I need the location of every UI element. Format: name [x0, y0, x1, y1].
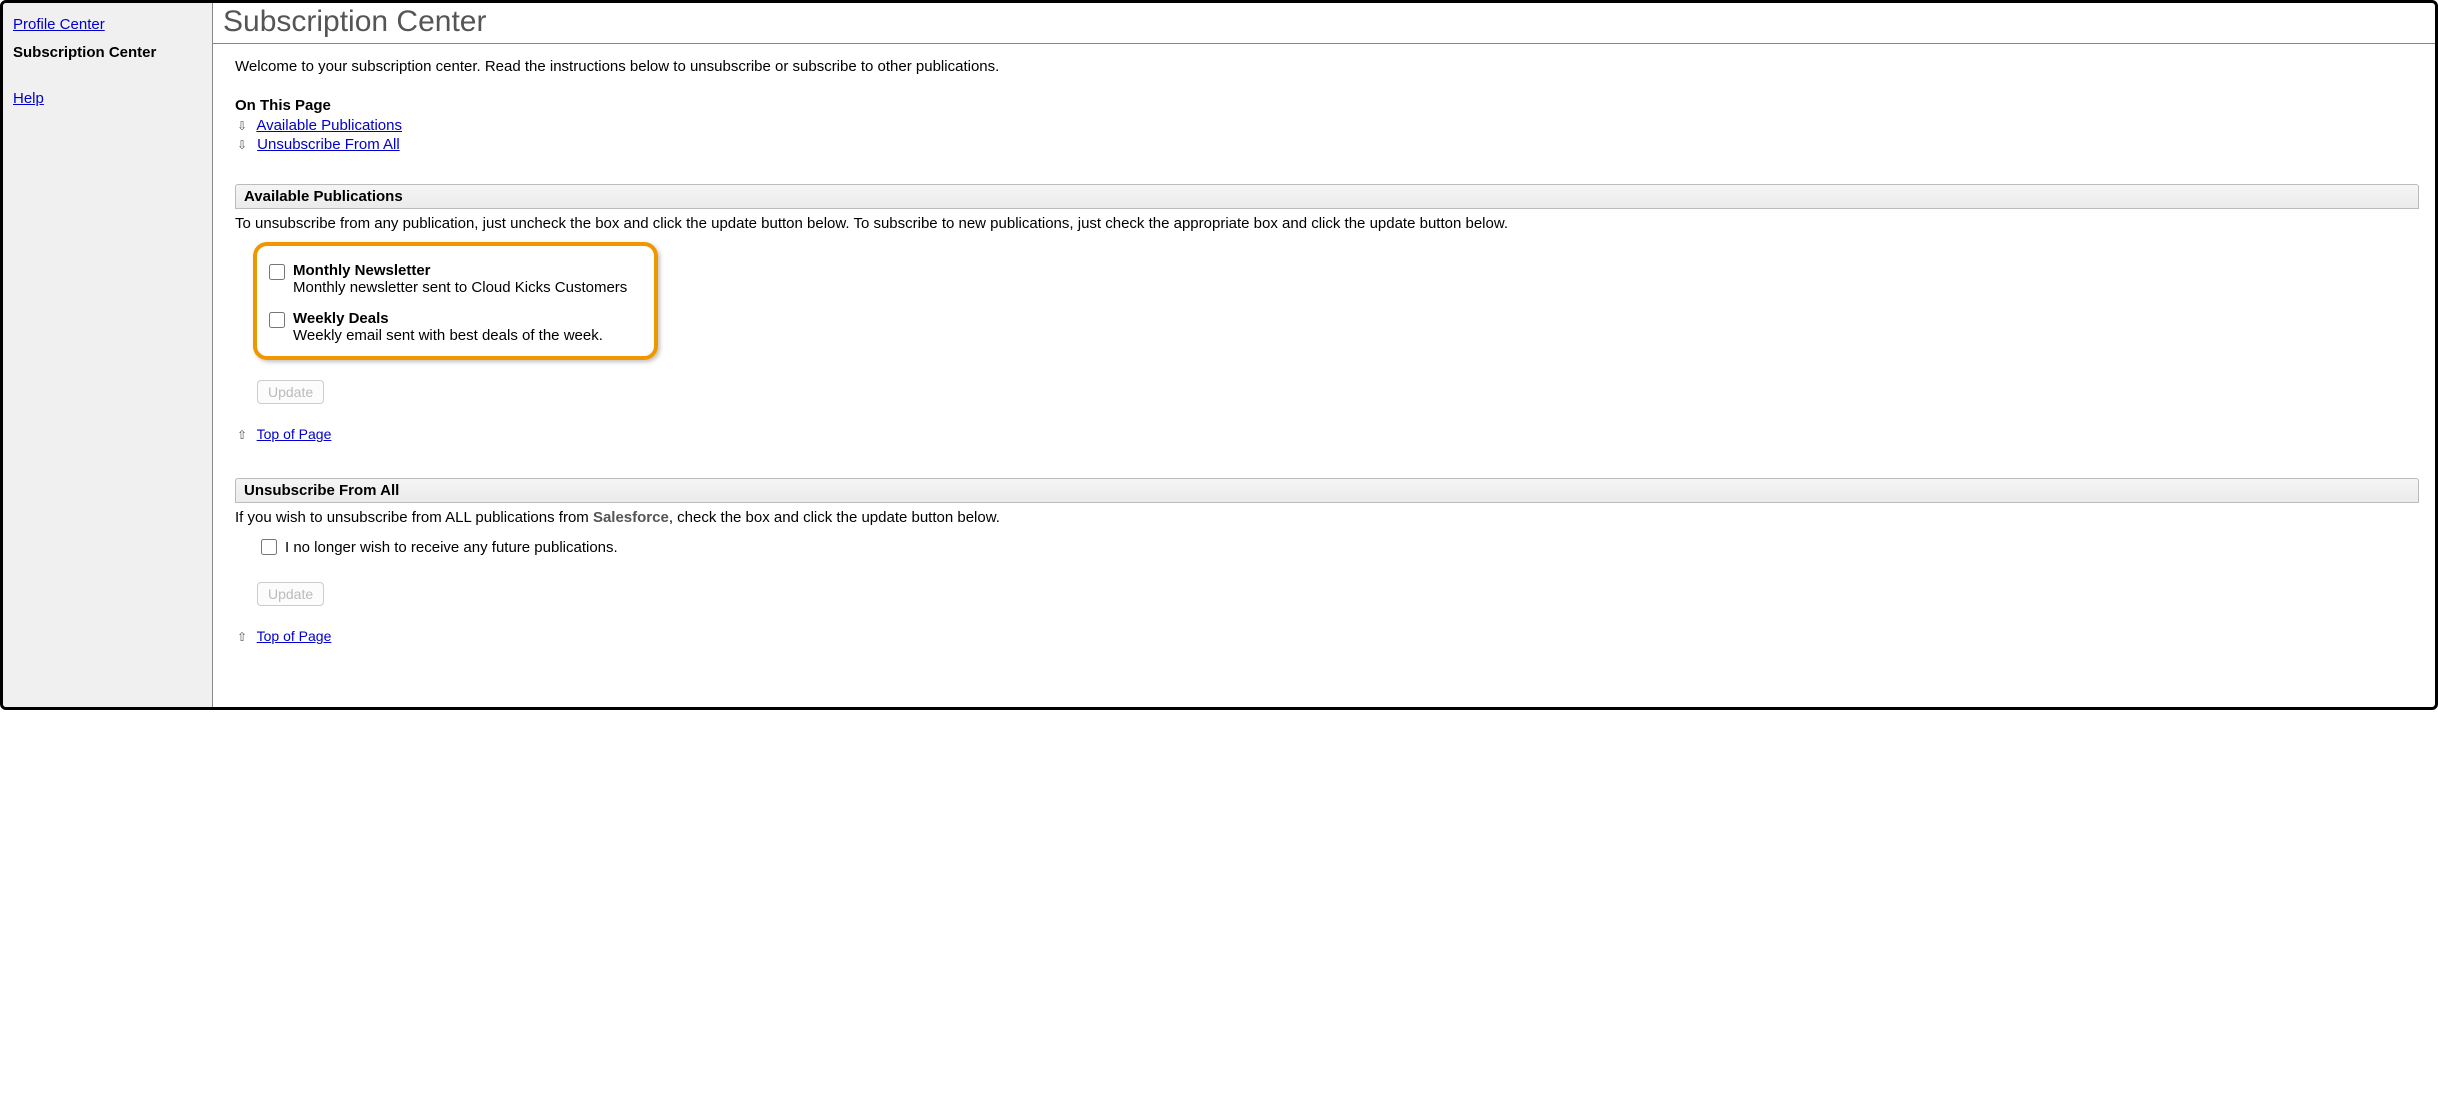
publication-row: Weekly Deals Weekly email sent with best…: [269, 310, 634, 344]
sidebar: Profile Center Subscription Center Help: [3, 3, 213, 707]
nav-help[interactable]: Help: [9, 85, 206, 113]
unsubscribe-instruction-suffix: , check the box and click the update but…: [669, 509, 1000, 526]
publications-highlight-box: Monthly Newsletter Monthly newsletter se…: [253, 242, 658, 360]
top-of-page-link[interactable]: Top of Page: [257, 426, 332, 442]
otp-available-publications-link[interactable]: Available Publications: [256, 117, 402, 134]
publication-title: Weekly Deals: [293, 310, 603, 327]
on-this-page-heading: On This Page: [235, 97, 2419, 114]
unsubscribe-row: I no longer wish to receive any future p…: [257, 536, 2419, 558]
app-frame: Profile Center Subscription Center Help …: [0, 0, 2438, 710]
publication-checkbox-monthly-newsletter[interactable]: [269, 264, 285, 280]
nav-profile-center[interactable]: Profile Center: [9, 11, 206, 39]
publication-title: Monthly Newsletter: [293, 262, 627, 279]
up-arrow-icon: ⇧: [235, 630, 249, 644]
unsubscribe-all-checkbox[interactable]: [261, 539, 277, 555]
publication-description: Weekly email sent with best deals of the…: [293, 327, 603, 344]
unsubscribe-instruction-prefix: If you wish to unsubscribe from ALL publ…: [235, 509, 593, 526]
publication-text: Monthly Newsletter Monthly newsletter se…: [293, 262, 627, 296]
down-arrow-icon: ⇩: [235, 119, 249, 133]
on-this-page-list: ⇩ Available Publications ⇩ Unsubscribe F…: [235, 116, 2419, 154]
available-publications-instruction: To unsubscribe from any publication, jus…: [235, 215, 2419, 232]
otp-unsubscribe-from-all-link[interactable]: Unsubscribe From All: [257, 136, 400, 153]
unsubscribe-instruction: If you wish to unsubscribe from ALL publ…: [235, 509, 2419, 526]
publication-row: Monthly Newsletter Monthly newsletter se…: [269, 262, 634, 296]
unsubscribe-checkbox-label: I no longer wish to receive any future p…: [285, 539, 618, 556]
publication-text: Weekly Deals Weekly email sent with best…: [293, 310, 603, 344]
publication-checkbox-weekly-deals[interactable]: [269, 312, 285, 328]
page-title: Subscription Center: [213, 3, 2435, 44]
top-of-page-link[interactable]: Top of Page: [257, 628, 332, 644]
publication-description: Monthly newsletter sent to Cloud Kicks C…: [293, 279, 627, 296]
update-available-button[interactable]: Update: [257, 380, 324, 404]
main-content: Subscription Center Welcome to your subs…: [213, 3, 2435, 707]
welcome-text: Welcome to your subscription center. Rea…: [235, 58, 2419, 75]
content-area: Welcome to your subscription center. Rea…: [213, 44, 2435, 668]
unsubscribe-sender-name: Salesforce: [593, 509, 669, 526]
up-arrow-icon: ⇧: [235, 428, 249, 442]
available-publications-header: Available Publications: [235, 184, 2419, 209]
update-unsubscribe-button[interactable]: Update: [257, 582, 324, 606]
nav-subscription-center: Subscription Center: [9, 39, 206, 67]
down-arrow-icon: ⇩: [235, 138, 249, 152]
unsubscribe-from-all-header: Unsubscribe From All: [235, 478, 2419, 503]
